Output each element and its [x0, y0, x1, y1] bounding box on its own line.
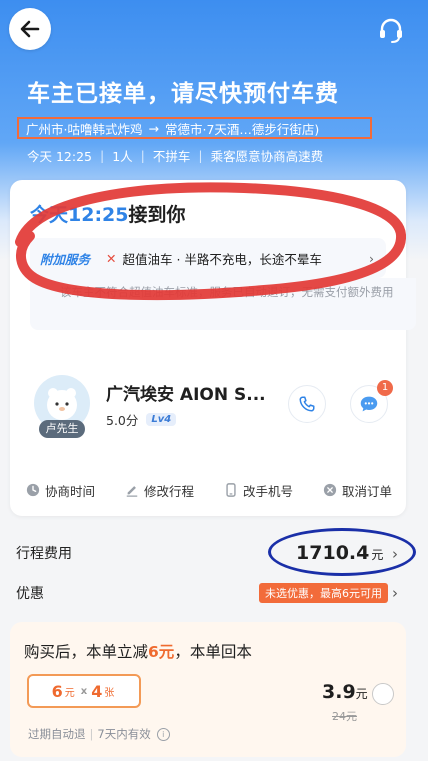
cancel-order-button[interactable]: 取消订单 [323, 480, 392, 500]
change-phone-label: 改手机号 [242, 483, 293, 499]
coupon-package-card[interactable]: 购买后，本单立减6元，本单回本 6 元 x 4 张 3.9元 24元 过期自动退… [10, 622, 406, 757]
route-destination: 常德市·7天酒…德步行街店) [164, 121, 320, 137]
fee-value: 1710.4 [296, 542, 370, 564]
title-amount: 6元 [148, 643, 175, 661]
route-summary: 广州市·咕噜韩式炸鸡 → 常德市·7天酒…德步行街店) [17, 117, 372, 139]
headset-icon[interactable] [376, 15, 406, 45]
call-button[interactable] [288, 385, 326, 423]
extra-service-tag: 附加服务 [40, 251, 91, 267]
arrow-left-icon [20, 20, 40, 38]
coupon-ticket: 6 元 x 4 张 [27, 674, 141, 708]
negotiate-time-label: 协商时间 [45, 483, 96, 499]
action-bar: 协商时间 修改行程 改手机号 取消订单 [26, 480, 392, 500]
coupon-terms: 过期自动退 | 7天内有效 i [28, 726, 170, 742]
price-unit: 元 [355, 687, 368, 701]
cancel-order-label: 取消订单 [341, 483, 392, 499]
negotiate-time-button[interactable]: 协商时间 [26, 480, 95, 500]
extra-service-row[interactable]: 附加服务 ✕ 超值油车 · 半路不充电，长途不晕车 › [30, 238, 386, 278]
trip-time: 今天 12:25 [27, 149, 92, 164]
trip-fee-row[interactable]: 行程费用 1710.4 元 › [16, 542, 408, 564]
pickup-time: 今天12:25 [30, 204, 129, 226]
trip-fee-amount: 1710.4 元 › [296, 542, 398, 564]
discount-badge: 未选优惠，最高6元可用 [259, 583, 388, 603]
package-price: 3.9元 [322, 681, 368, 703]
phone-icon [299, 396, 315, 412]
coupon-package-title: 购买后，本单立减6元，本单回本 [24, 640, 252, 662]
driver-name: 卢先生 [39, 420, 85, 438]
page-title: 车主已接单，请尽快预付车费 [27, 81, 339, 107]
validity-text: 7天内有效 [97, 727, 151, 741]
coupon-times: x [80, 685, 88, 697]
select-package-radio[interactable] [372, 683, 394, 705]
divider: | [100, 148, 105, 163]
divider: | [89, 727, 94, 741]
divider: | [140, 148, 145, 163]
auto-refund-text: 过期自动退 [28, 727, 86, 741]
trip-fee-label: 行程费用 [16, 546, 72, 562]
edit-trip-button[interactable]: 修改行程 [125, 480, 194, 500]
info-icon[interactable]: i [156, 727, 170, 741]
change-phone-button[interactable]: 改手机号 [224, 480, 293, 500]
coupon-count: 4 [91, 681, 103, 701]
edit-icon [126, 486, 138, 497]
chevron-right-icon: › [392, 545, 398, 563]
divider: | [198, 148, 203, 163]
price-value: 3.9 [322, 681, 356, 703]
chevron-right-icon: › [369, 250, 374, 266]
clock-icon [26, 483, 40, 497]
phone-device-icon [226, 483, 236, 497]
coupon-count-unit: 张 [104, 687, 115, 699]
message-count-badge: 1 [377, 380, 393, 396]
title-prefix: 购买后，本单立减 [24, 643, 149, 661]
route-origin: 广州市·咕噜韩式炸鸡 [26, 121, 143, 137]
driver-rating: 5.0分 Lv4 [106, 410, 177, 429]
pickup-suffix: 接到你 [128, 204, 186, 226]
fee-unit: 元 [371, 548, 384, 562]
route-arrow-icon: → [148, 120, 159, 136]
extra-service-notice: 该车主不符合超值油车标准，服务已自动退订，无需支付额外费用 [30, 278, 416, 330]
extra-service-items: 超值油车 · 半路不充电，长途不晕车 [122, 251, 322, 267]
driver-level-badge: Lv4 [146, 413, 177, 426]
original-price: 24元 [332, 710, 357, 723]
car-model: 广汽埃安 AION S... [106, 385, 266, 405]
cancel-icon [323, 483, 337, 497]
title-suffix: ，本单回本 [174, 643, 252, 661]
message-button[interactable]: 1 [350, 380, 393, 423]
coupon-unit: 元 [64, 687, 75, 699]
trip-highway-note: 乘客愿意协商高速费 [210, 149, 324, 164]
pickup-title: 今天12:25接到你 [30, 200, 186, 227]
edit-trip-label: 修改行程 [143, 483, 194, 499]
rating-score: 5.0分 [106, 413, 139, 428]
trip-carpool: 不拼车 [152, 149, 191, 164]
cross-icon: ✕ [106, 250, 117, 266]
back-button[interactable] [9, 8, 51, 50]
discount-label: 优惠 [16, 586, 44, 602]
discount-value: 未选优惠，最高6元可用 › [259, 583, 398, 603]
trip-passengers: 1人 [112, 149, 133, 164]
discount-row[interactable]: 优惠 未选优惠，最高6元可用 › [16, 583, 408, 603]
chat-icon [360, 396, 378, 412]
trip-meta: 今天 12:25 | 1人 | 不拼车 | 乘客愿意协商高速费 [27, 146, 323, 165]
driver-card: 今天12:25接到你 附加服务 ✕ 超值油车 · 半路不充电，长途不晕车 › 该… [10, 180, 416, 516]
chevron-right-icon: › [392, 584, 398, 602]
coupon-value: 6 [51, 681, 63, 701]
